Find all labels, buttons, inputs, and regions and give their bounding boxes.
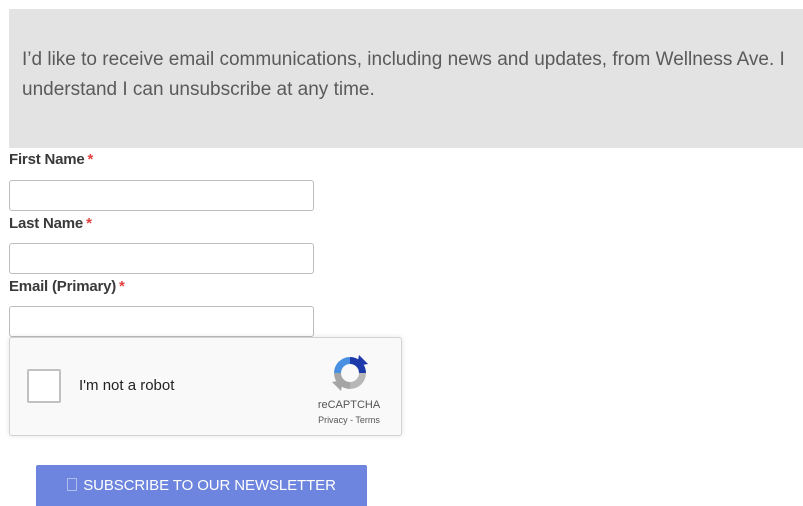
first-name-input[interactable]	[9, 180, 314, 211]
recaptcha-brand: reCAPTCHA	[317, 399, 381, 411]
subscribe-button-label: SUBSCRIBE TO OUR NEWSLETTER	[83, 477, 336, 494]
email-input[interactable]	[9, 306, 314, 337]
envelope-icon	[67, 478, 78, 491]
required-marker: *	[87, 151, 94, 168]
recaptcha-label: I'm not a robot	[79, 377, 175, 394]
first-name-label: First Name *	[9, 151, 94, 168]
subscribe-button[interactable]: SUBSCRIBE TO OUR NEWSLETTER	[36, 465, 367, 506]
last-name-label: Last Name *	[9, 215, 92, 232]
recaptcha-logo-icon	[332, 355, 368, 391]
recaptcha-widget: I'm not a robot reCAPTCHA Privacy - Term…	[9, 337, 402, 436]
last-name-input[interactable]	[9, 243, 314, 274]
consent-notice: I’d like to receive email communications…	[9, 9, 803, 148]
recaptcha-terms-link[interactable]: Terms	[355, 415, 380, 425]
newsletter-signup-page: I’d like to receive email communications…	[0, 0, 803, 506]
recaptcha-privacy-link[interactable]: Privacy	[318, 415, 348, 425]
required-marker: *	[86, 215, 92, 232]
consent-notice-text: I’d like to receive email communications…	[22, 49, 785, 100]
recaptcha-links: Privacy - Terms	[299, 415, 399, 425]
recaptcha-checkbox[interactable]	[27, 369, 61, 403]
email-label: Email (Primary) *	[9, 278, 125, 295]
required-marker: *	[119, 278, 125, 295]
